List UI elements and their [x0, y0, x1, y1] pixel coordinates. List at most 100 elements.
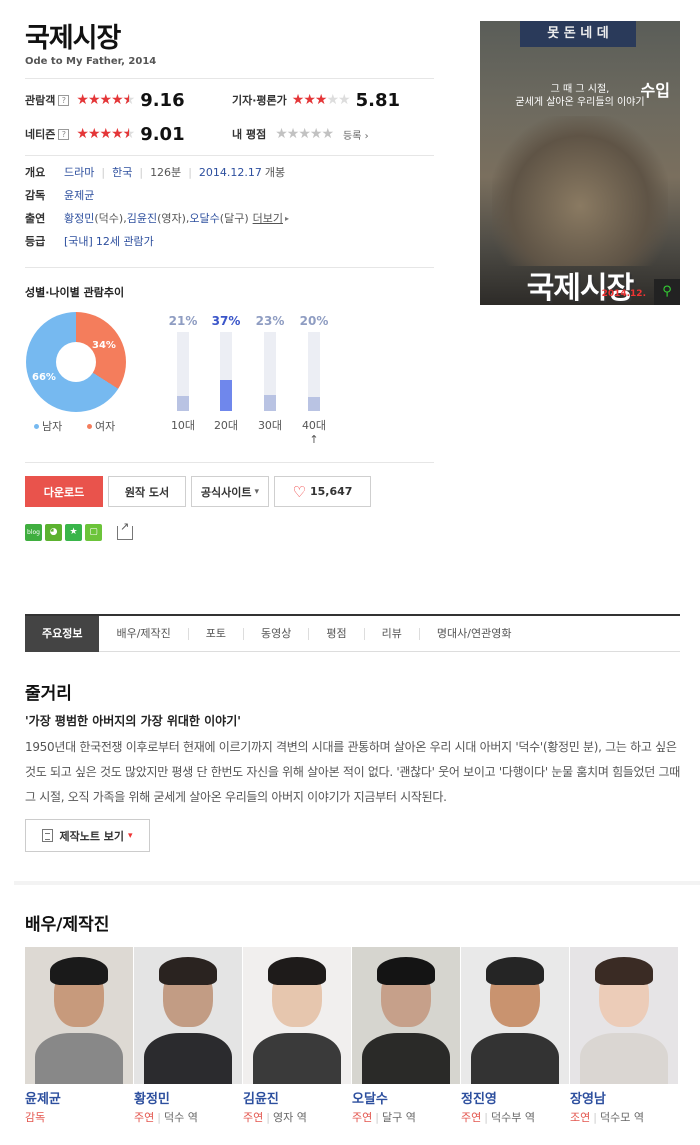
overview-label: 개요 [25, 166, 46, 179]
netizen-rating: 네티즌 ? ★★★★★ 9.01 [25, 123, 185, 145]
cast-link[interactable]: 황정민 [64, 210, 94, 226]
age-bar [220, 380, 232, 411]
star-icon: ★ [111, 126, 124, 142]
register-rating-link[interactable]: 등록 › [343, 127, 369, 142]
cast-row: 출연 황정민 (덕수), 김윤진 (영자), 오달수 (달구) 더보기 ▸ [25, 208, 289, 228]
grade-row: 등급 [국내] 12세 관람가 [25, 231, 154, 251]
download-button[interactable]: 다운로드 [25, 476, 103, 507]
age-pct-label: 21% [168, 314, 198, 328]
tab-rating[interactable]: 평점 [308, 627, 363, 640]
tab-photo[interactable]: 포토 [187, 627, 243, 640]
cast-name[interactable]: 오달수 [352, 1088, 460, 1107]
genre-link[interactable]: 드라마 [64, 164, 94, 180]
director-link[interactable]: 윤제균 [64, 187, 94, 203]
cast-photo[interactable] [352, 947, 460, 1084]
empty-star-icon[interactable]: ★ [321, 126, 334, 142]
help-icon[interactable]: ? [58, 94, 70, 106]
role-separator: | [266, 1111, 270, 1124]
role-separator: | [593, 1111, 597, 1124]
legend-male: 남자 [34, 418, 62, 434]
tab-quotes[interactable]: 명대사/연관영화 [418, 627, 529, 640]
my-rating-stars[interactable]: ★ ★ ★ ★ ★ [275, 126, 334, 142]
cast-role: 주연 | 덕수 역 [134, 1109, 242, 1125]
cast-card[interactable]: 정진영 주연 | 덕수부 역 [461, 947, 569, 1125]
cast-card[interactable]: 김윤진 주연 | 영자 역 [243, 947, 351, 1125]
like-button[interactable]: ♡ 15,647 [274, 476, 371, 507]
synopsis-headline: '가장 평범한 아버지의 가장 위대한 이야기' [25, 714, 241, 728]
role-separator: | [484, 1111, 488, 1124]
netizen-score: 9.01 [140, 123, 185, 145]
movie-subtitle: Ode to My Father, 2014 [25, 56, 157, 67]
tab-review[interactable]: 리뷰 [363, 627, 419, 640]
zoom-icon[interactable]: ⚲ [654, 279, 680, 305]
grade-link[interactable]: 12세 관람가 [96, 233, 154, 249]
cast-label: 출연 [25, 212, 46, 225]
director-label: 감독 [25, 189, 46, 202]
cast-photo[interactable] [570, 947, 678, 1084]
cast-link[interactable]: 오달수 [189, 210, 219, 226]
cast-card[interactable]: 장영남 조연 | 덕수모 역 [570, 947, 678, 1125]
blog-share-icon[interactable]: blog [25, 524, 42, 541]
cast-character: 덕수부 역 [490, 1111, 535, 1124]
poster-income: 수입 [640, 81, 670, 100]
grade-prefix: [국내] [64, 235, 93, 248]
star-icon: ★ [99, 92, 113, 108]
cast-name[interactable]: 장영남 [570, 1088, 678, 1107]
cast-card[interactable]: 황정민주연 | 덕수 역 [134, 947, 242, 1125]
cast-name[interactable]: 김윤진 [243, 1088, 351, 1107]
demographics-title: 성별·나이별 관람추이 [25, 286, 125, 299]
cast-card[interactable]: 윤제균 감독 [25, 947, 133, 1125]
age-bar-track [220, 332, 232, 411]
memo-share-icon[interactable]: ▢ [85, 524, 102, 541]
cast-photo[interactable] [243, 947, 351, 1084]
age-bar [177, 396, 189, 411]
country-link[interactable]: 한국 [112, 164, 132, 180]
empty-star-icon[interactable]: ★ [298, 126, 311, 142]
tab-video[interactable]: 동영상 [243, 627, 308, 640]
tab-cast[interactable]: 배우/제작진 [99, 627, 187, 640]
cast-name[interactable]: 윤제균 [25, 1088, 133, 1107]
share-out-icon[interactable] [117, 520, 133, 540]
cast-character: 덕수 역 [163, 1111, 198, 1124]
age-bar [308, 397, 320, 411]
age-group-label: 10대 [170, 419, 196, 432]
original-book-button[interactable]: 원작 도서 [108, 476, 186, 507]
empty-star-icon[interactable]: ★ [287, 126, 300, 142]
register-label: 등록 [343, 130, 362, 142]
cast-photo-hair [377, 957, 435, 985]
release-date-link[interactable]: 2014.12.17 [199, 166, 262, 179]
cast-role: (영자), [157, 212, 190, 225]
production-note-button[interactable]: 제작노트 보기 ▾ [25, 819, 150, 852]
star-icon: ★ [99, 126, 113, 142]
half-star-icon: ★ [123, 126, 136, 142]
empty-star-icon[interactable]: ★ [310, 126, 323, 142]
gender-donut-chart [26, 312, 126, 412]
legend-female-label: 여자 [95, 420, 116, 433]
cast-photo[interactable] [25, 947, 133, 1084]
age-group-label: 40대↑ [301, 419, 327, 446]
empty-star-icon[interactable]: ★ [275, 126, 288, 142]
document-icon [42, 829, 54, 842]
poster-date: 2014.12. [601, 289, 646, 299]
cast-link[interactable]: 김윤진 [127, 210, 157, 226]
movie-poster[interactable]: 못 돈 네 데 그 때 그 시절, 굳세게 살아온 우리들의 이야기 수입 국제… [480, 21, 680, 305]
like-count: 15,647 [310, 485, 353, 498]
bookmark-share-icon[interactable]: ★ [65, 524, 82, 541]
cast-name[interactable]: 정진영 [461, 1088, 569, 1107]
movie-title: 국제시장 [25, 23, 121, 54]
cast-character: 영자 역 [272, 1111, 307, 1124]
cast-photo[interactable] [134, 947, 242, 1084]
cast-card[interactable]: 오달수 주연 | 달구 역 [352, 947, 460, 1125]
age-pct-label: 23% [255, 314, 285, 328]
netizen-stars: ★ ★ ★ ★ ★ [76, 126, 136, 142]
tab-main-info[interactable]: 주요정보 [25, 615, 100, 652]
help-icon[interactable]: ? [58, 128, 70, 140]
official-site-button[interactable]: 공식사이트 ▾ [191, 476, 269, 507]
cast-name[interactable]: 황정민 [134, 1088, 242, 1107]
audience-stars: ★ ★ ★ ★ ★ [76, 92, 135, 108]
cast-photo-body [580, 1033, 668, 1084]
divider [25, 267, 434, 268]
more-cast-link[interactable]: 더보기 [253, 210, 283, 226]
cafe-share-icon[interactable]: ◕ [45, 524, 62, 541]
cast-photo[interactable] [461, 947, 569, 1084]
